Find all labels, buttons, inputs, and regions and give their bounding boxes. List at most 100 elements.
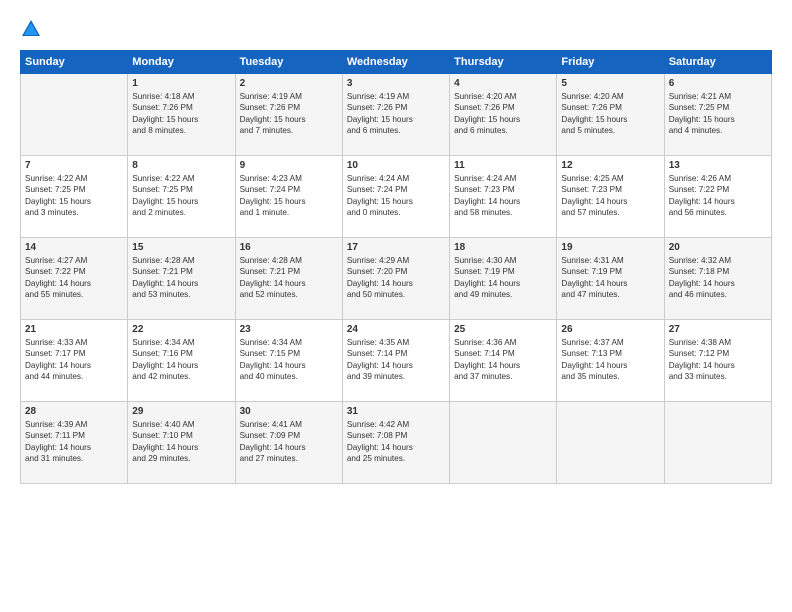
cell-text: Sunrise: 4:20 AMSunset: 7:26 PMDaylight:… xyxy=(454,91,552,137)
cell-text: Sunrise: 4:34 AMSunset: 7:15 PMDaylight:… xyxy=(240,337,338,383)
calendar-cell xyxy=(664,402,771,484)
calendar-cell: 1Sunrise: 4:18 AMSunset: 7:26 PMDaylight… xyxy=(128,74,235,156)
cell-text: Sunrise: 4:41 AMSunset: 7:09 PMDaylight:… xyxy=(240,419,338,465)
calendar-cell: 12Sunrise: 4:25 AMSunset: 7:23 PMDayligh… xyxy=(557,156,664,238)
calendar-cell: 18 Sunrise: 4:30 AMSunset: 7:19 PMDayligh… xyxy=(450,238,557,320)
calendar-cell: 29 Sunrise: 4:40 AMSunset: 7:10 PMDayligh… xyxy=(128,402,235,484)
day-number: 2 xyxy=(240,78,338,89)
cell-text: Sunrise: 4:22 AMSunset: 7:25 PMDaylight:… xyxy=(132,173,230,219)
calendar-cell: 15 Sunrise: 4:28 AMSunset: 7:21 PMDayligh… xyxy=(128,238,235,320)
day-number: 1 xyxy=(132,78,230,89)
day-number: 19 xyxy=(561,242,659,253)
day-number: 3 xyxy=(347,78,445,89)
cell-text: Sunrise: 4:24 AMSunset: 7:23 PMDaylight:… xyxy=(454,173,552,219)
day-number: 22 xyxy=(132,324,230,335)
calendar-cell: 30 Sunrise: 4:41 AMSunset: 7:09 PMDayligh… xyxy=(235,402,342,484)
cell-text: Sunrise: 4:30 AMSunset: 7:19 PMDaylight:… xyxy=(454,255,552,301)
header-cell-sunday: Sunday xyxy=(21,51,128,74)
day-number: 27 xyxy=(669,324,767,335)
cell-text: Sunrise: 4:31 AMSunset: 7:19 PMDaylight:… xyxy=(561,255,659,301)
cell-text: Sunrise: 4:35 AMSunset: 7:14 PMDaylight:… xyxy=(347,337,445,383)
day-number: 4 xyxy=(454,78,552,89)
day-number: 20 xyxy=(669,242,767,253)
cell-text: Sunrise: 4:33 AMSunset: 7:17 PMDaylight:… xyxy=(25,337,123,383)
calendar-page: SundayMondayTuesdayWednesdayThursdayFrid… xyxy=(0,0,792,612)
cell-text: Sunrise: 4:22 AMSunset: 7:25 PMDaylight:… xyxy=(25,173,123,219)
calendar-cell: 10Sunrise: 4:24 AMSunset: 7:24 PMDayligh… xyxy=(342,156,449,238)
calendar-cell: 25 Sunrise: 4:36 AMSunset: 7:14 PMDayligh… xyxy=(450,320,557,402)
header-cell-tuesday: Tuesday xyxy=(235,51,342,74)
cell-text: Sunrise: 4:36 AMSunset: 7:14 PMDaylight:… xyxy=(454,337,552,383)
day-number: 10 xyxy=(347,160,445,171)
calendar-cell: 8 Sunrise: 4:22 AMSunset: 7:25 PMDaylight… xyxy=(128,156,235,238)
day-number: 16 xyxy=(240,242,338,253)
day-number: 9 xyxy=(240,160,338,171)
cell-text: Sunrise: 4:29 AMSunset: 7:20 PMDaylight:… xyxy=(347,255,445,301)
cell-text: Sunrise: 4:23 AMSunset: 7:24 PMDaylight:… xyxy=(240,173,338,219)
day-number: 29 xyxy=(132,406,230,417)
header-row: SundayMondayTuesdayWednesdayThursdayFrid… xyxy=(21,51,772,74)
calendar-cell: 24 Sunrise: 4:35 AMSunset: 7:14 PMDayligh… xyxy=(342,320,449,402)
header-cell-monday: Monday xyxy=(128,51,235,74)
day-number: 25 xyxy=(454,324,552,335)
logo-icon xyxy=(20,18,42,40)
day-number: 24 xyxy=(347,324,445,335)
cell-text: Sunrise: 4:28 AMSunset: 7:21 PMDaylight:… xyxy=(240,255,338,301)
day-number: 30 xyxy=(240,406,338,417)
day-number: 14 xyxy=(25,242,123,253)
header-cell-thursday: Thursday xyxy=(450,51,557,74)
calendar-cell: 3Sunrise: 4:19 AMSunset: 7:26 PMDaylight… xyxy=(342,74,449,156)
calendar-cell: 27Sunrise: 4:38 AMSunset: 7:12 PMDayligh… xyxy=(664,320,771,402)
day-number: 15 xyxy=(132,242,230,253)
day-number: 31 xyxy=(347,406,445,417)
day-number: 12 xyxy=(561,160,659,171)
week-row-4: 28 Sunrise: 4:39 AMSunset: 7:11 PMDayligh… xyxy=(21,402,772,484)
day-number: 21 xyxy=(25,324,123,335)
logo xyxy=(20,18,46,40)
calendar-cell: 22 Sunrise: 4:34 AMSunset: 7:16 PMDayligh… xyxy=(128,320,235,402)
week-row-2: 14 Sunrise: 4:27 AMSunset: 7:22 PMDayligh… xyxy=(21,238,772,320)
day-number: 26 xyxy=(561,324,659,335)
day-number: 8 xyxy=(132,160,230,171)
cell-text: Sunrise: 4:39 AMSunset: 7:11 PMDaylight:… xyxy=(25,419,123,465)
cell-text: Sunrise: 4:42 AMSunset: 7:08 PMDaylight:… xyxy=(347,419,445,465)
calendar-cell: 31 Sunrise: 4:42 AMSunset: 7:08 PMDayligh… xyxy=(342,402,449,484)
day-number: 7 xyxy=(25,160,123,171)
calendar-cell xyxy=(557,402,664,484)
day-number: 5 xyxy=(561,78,659,89)
calendar-cell: 13 Sunrise: 4:26 AMSunset: 7:22 PMDayligh… xyxy=(664,156,771,238)
cell-text: Sunrise: 4:20 AMSunset: 7:26 PMDaylight:… xyxy=(561,91,659,137)
calendar-cell: 4 Sunrise: 4:20 AMSunset: 7:26 PMDaylight… xyxy=(450,74,557,156)
week-row-0: 1Sunrise: 4:18 AMSunset: 7:26 PMDaylight… xyxy=(21,74,772,156)
day-number: 11 xyxy=(454,160,552,171)
calendar-cell: 20 Sunrise: 4:32 AMSunset: 7:18 PMDayligh… xyxy=(664,238,771,320)
calendar-table: SundayMondayTuesdayWednesdayThursdayFrid… xyxy=(20,50,772,484)
header xyxy=(20,18,772,40)
calendar-cell: 2 Sunrise: 4:19 AMSunset: 7:26 PMDaylight… xyxy=(235,74,342,156)
cell-text: Sunrise: 4:40 AMSunset: 7:10 PMDaylight:… xyxy=(132,419,230,465)
day-number: 6 xyxy=(669,78,767,89)
calendar-cell: 9 Sunrise: 4:23 AMSunset: 7:24 PMDaylight… xyxy=(235,156,342,238)
calendar-cell: 28 Sunrise: 4:39 AMSunset: 7:11 PMDayligh… xyxy=(21,402,128,484)
cell-text: Sunrise: 4:26 AMSunset: 7:22 PMDaylight:… xyxy=(669,173,767,219)
calendar-cell: 11 Sunrise: 4:24 AMSunset: 7:23 PMDayligh… xyxy=(450,156,557,238)
calendar-cell: 26Sunrise: 4:37 AMSunset: 7:13 PMDayligh… xyxy=(557,320,664,402)
header-cell-wednesday: Wednesday xyxy=(342,51,449,74)
cell-text: Sunrise: 4:19 AMSunset: 7:26 PMDaylight:… xyxy=(240,91,338,137)
day-number: 23 xyxy=(240,324,338,335)
cell-text: Sunrise: 4:28 AMSunset: 7:21 PMDaylight:… xyxy=(132,255,230,301)
cell-text: Sunrise: 4:32 AMSunset: 7:18 PMDaylight:… xyxy=(669,255,767,301)
calendar-cell: 5 Sunrise: 4:20 AMSunset: 7:26 PMDaylight… xyxy=(557,74,664,156)
cell-text: Sunrise: 4:34 AMSunset: 7:16 PMDaylight:… xyxy=(132,337,230,383)
calendar-cell xyxy=(21,74,128,156)
calendar-cell: 16 Sunrise: 4:28 AMSunset: 7:21 PMDayligh… xyxy=(235,238,342,320)
day-number: 18 xyxy=(454,242,552,253)
calendar-cell: 14 Sunrise: 4:27 AMSunset: 7:22 PMDayligh… xyxy=(21,238,128,320)
day-number: 28 xyxy=(25,406,123,417)
cell-text: Sunrise: 4:27 AMSunset: 7:22 PMDaylight:… xyxy=(25,255,123,301)
calendar-cell: 6Sunrise: 4:21 AMSunset: 7:25 PMDaylight… xyxy=(664,74,771,156)
calendar-cell: 21 Sunrise: 4:33 AMSunset: 7:17 PMDayligh… xyxy=(21,320,128,402)
calendar-cell: 17Sunrise: 4:29 AMSunset: 7:20 PMDayligh… xyxy=(342,238,449,320)
calendar-cell xyxy=(450,402,557,484)
day-number: 13 xyxy=(669,160,767,171)
